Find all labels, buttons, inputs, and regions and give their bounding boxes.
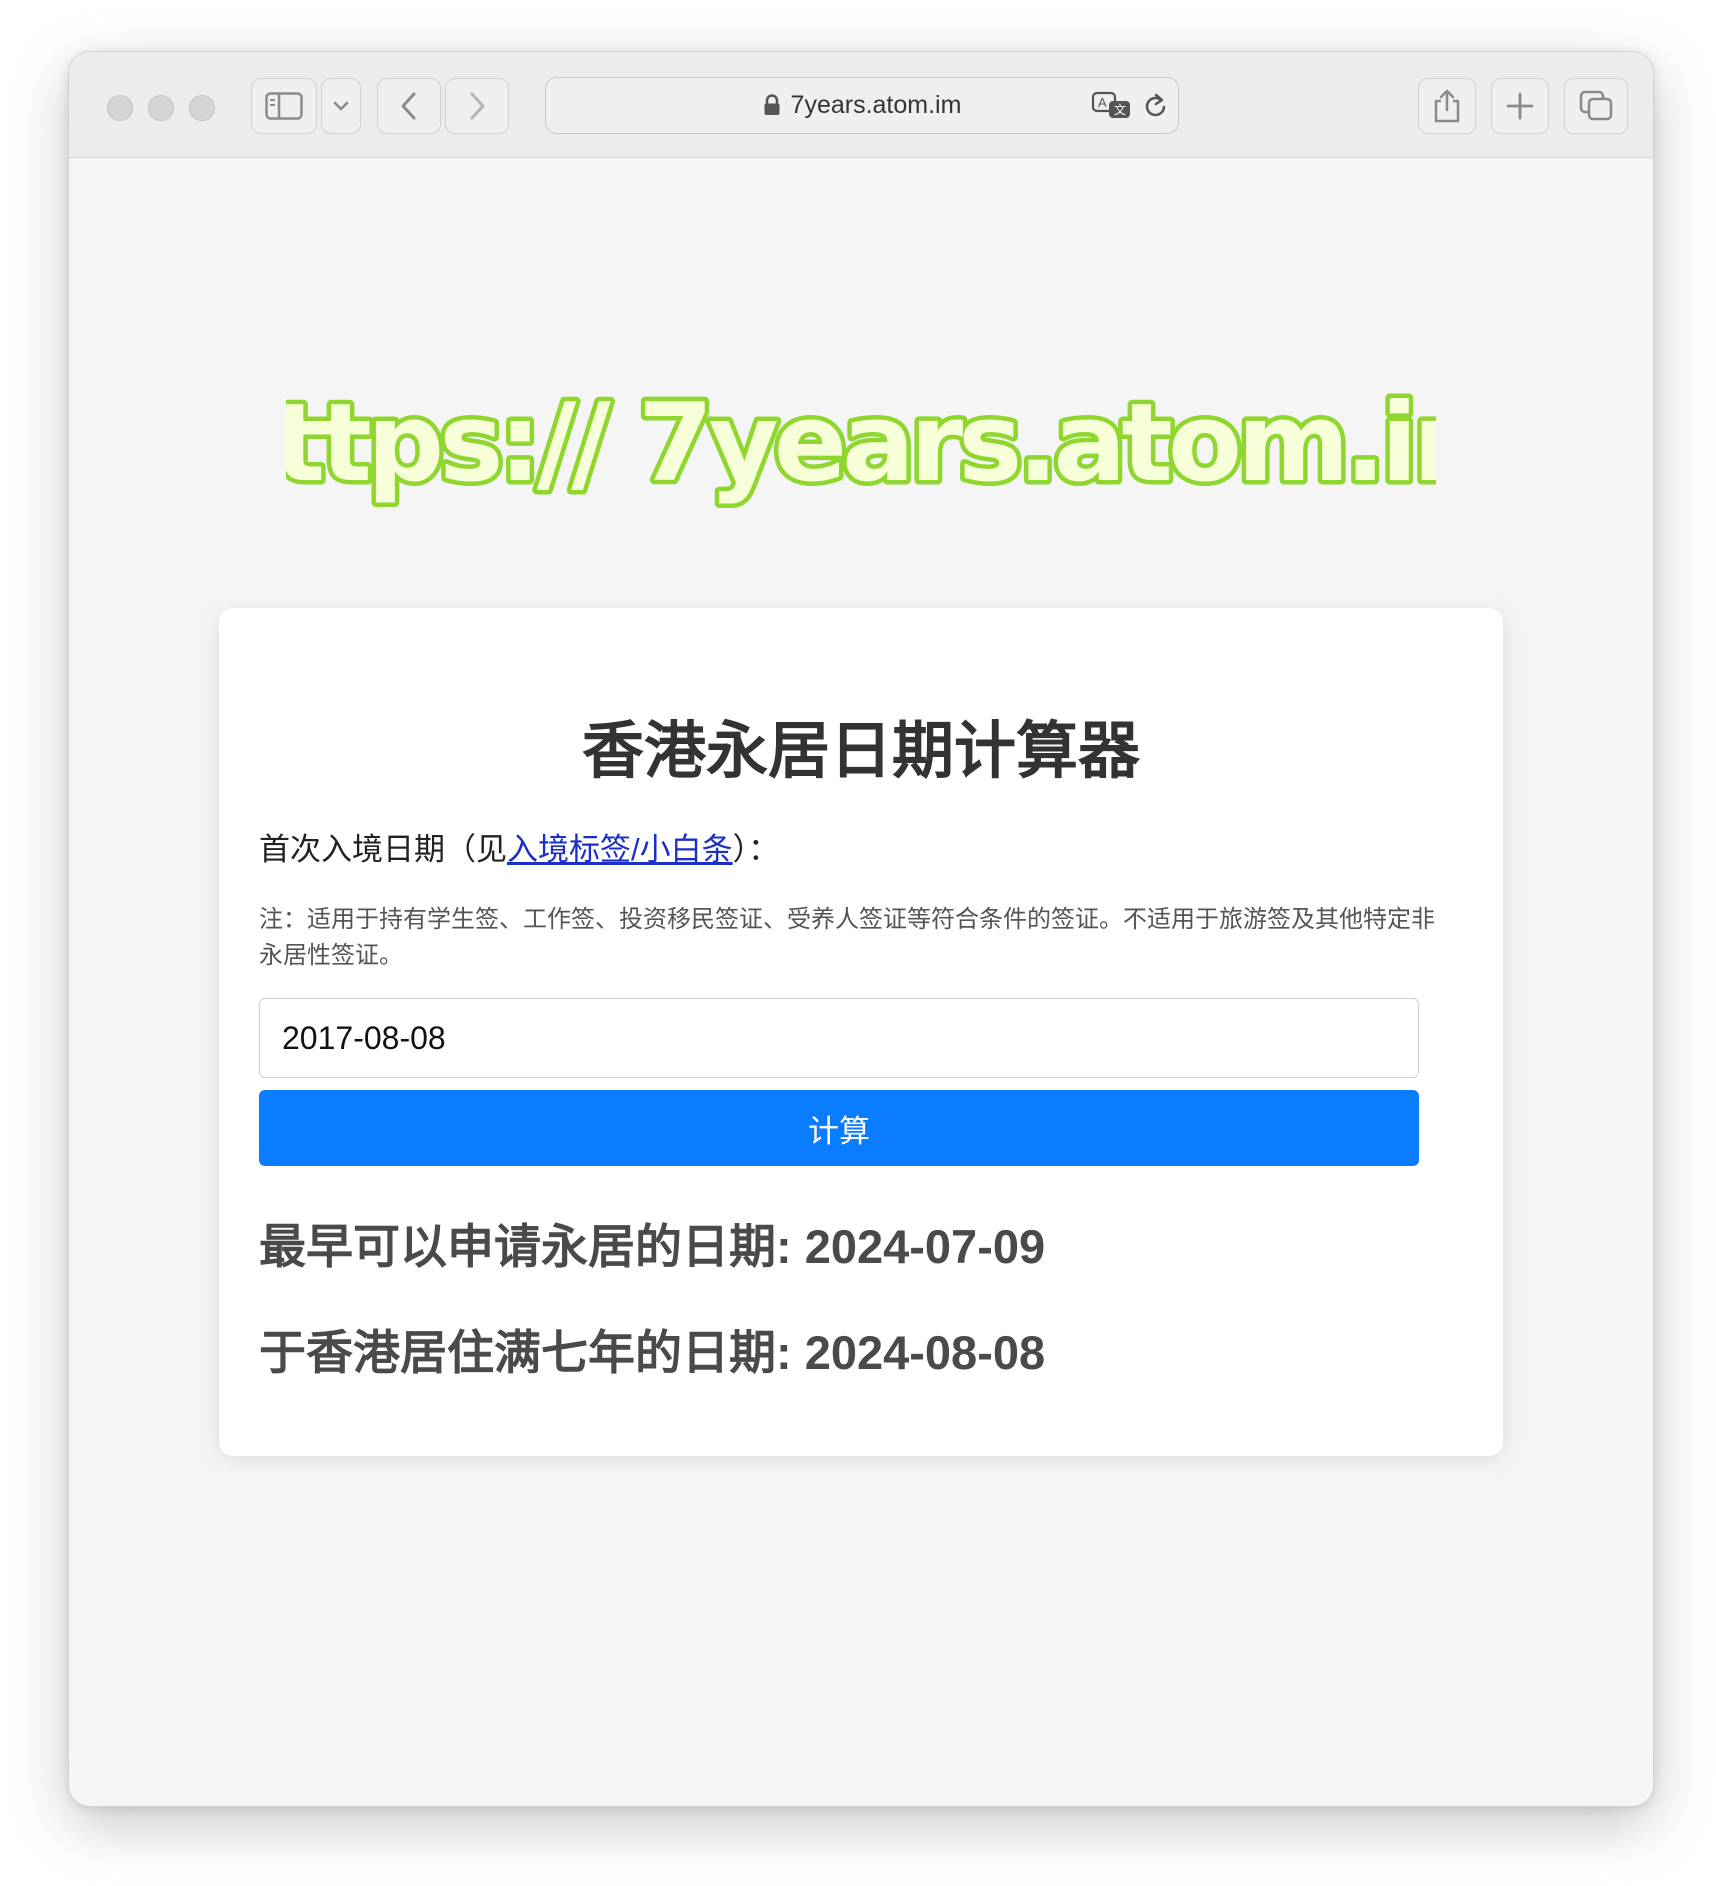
browser-toolbar: 7years.atom.im A 文 — [69, 52, 1653, 158]
sidebar-toggle-button[interactable] — [251, 78, 317, 134]
tab-overview-button[interactable] — [1564, 78, 1628, 134]
minimize-window-button[interactable] — [148, 95, 174, 121]
tabs-overview-icon — [1579, 90, 1613, 121]
forward-button[interactable] — [445, 78, 509, 134]
seven-year-residence-date: 于香港居住满七年的日期: 2024-08-08 — [259, 1326, 1046, 1379]
eligibility-note: 注：适用于持有学生签、工作签、投资移民签证、受养人签证等符合条件的签证。不适用于… — [259, 906, 1435, 969]
label-suffix: ）： — [732, 832, 780, 867]
url-banner-graphic: https:// 7years.atom.im — [197, 377, 1529, 511]
page-title: 香港永居日期计算器 — [581, 717, 1140, 786]
url-text: 7years.atom.im — [790, 91, 962, 119]
zoom-window-button[interactable] — [189, 95, 215, 121]
browser-window: 7years.atom.im A 文 tps:// 7years.atom.im… — [68, 51, 1654, 1807]
svg-text:A: A — [1098, 95, 1107, 110]
calculator-card: 香港永居日期计算器 首次入境日期（见入境标签/小白条）： 注：适用于持有学生签、… — [219, 608, 1503, 1456]
calculate-button[interactable]: 计算 — [259, 1090, 1419, 1166]
share-icon — [1434, 89, 1460, 123]
page-content: https:// 7years.atom.im 香港永居日期计算器 首次入境日期… — [69, 158, 1653, 1806]
chevron-right-icon — [470, 92, 485, 120]
entry-label-link[interactable]: 入境标签/小白条 — [507, 832, 733, 867]
address-bar[interactable]: 7years.atom.im A 文 — [545, 77, 1179, 134]
reload-icon[interactable] — [1143, 92, 1169, 120]
plus-icon — [1506, 92, 1534, 120]
chevron-left-icon — [401, 92, 416, 120]
sidebar-icon — [265, 92, 303, 120]
entry-date-label: 首次入境日期（见入境标签/小白条）： — [259, 824, 779, 869]
entry-date-input[interactable] — [259, 998, 1419, 1078]
new-tab-button[interactable] — [1491, 78, 1549, 134]
share-button[interactable] — [1418, 78, 1476, 134]
label-prefix: 首次入境日期（见 — [259, 832, 507, 867]
lock-icon — [764, 94, 780, 115]
translate-icon[interactable]: A 文 — [1091, 91, 1133, 121]
chevron-down-icon — [333, 101, 349, 111]
tab-group-dropdown-button[interactable] — [321, 78, 361, 134]
svg-text:文: 文 — [1114, 102, 1126, 117]
close-window-button[interactable] — [107, 95, 133, 121]
url-banner-text: https:// 7years.atom.im — [286, 381, 1436, 506]
earliest-application-date: 最早可以申请永居的日期: 2024-07-09 — [259, 1220, 1046, 1273]
back-button[interactable] — [377, 78, 441, 134]
address-text-wrap: 7years.atom.im — [546, 91, 1178, 120]
url-banner: https:// 7years.atom.im — [69, 377, 1653, 515]
